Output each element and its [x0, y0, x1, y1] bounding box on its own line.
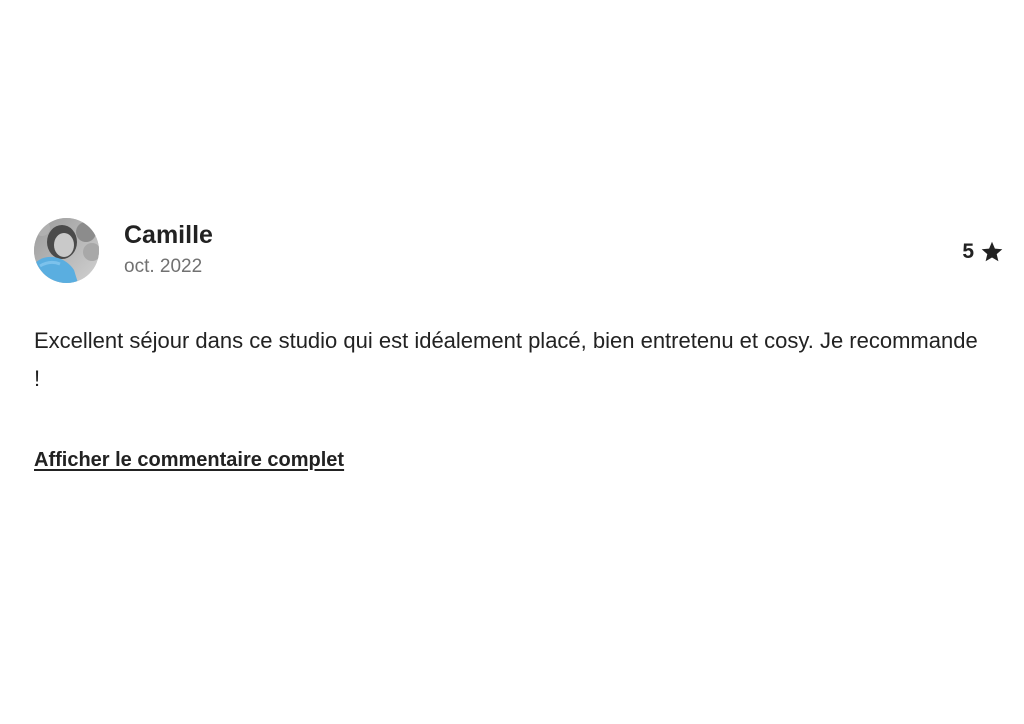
star-icon [981, 241, 1003, 262]
rating: 5 [962, 236, 1004, 268]
reviewer-name: Camille [124, 221, 213, 249]
avatar[interactable] [34, 218, 99, 283]
avatar-photo [34, 218, 99, 283]
show-full-review-link[interactable]: Afficher le commentaire complet [34, 445, 344, 475]
review-date: oct. 2022 [124, 256, 203, 277]
rating-value: 5 [962, 240, 974, 263]
review-text: Excellent séjour dans ce studio qui est … [34, 328, 978, 391]
review-card: Camille oct. 2022 5 Excellent séjour dan… [0, 0, 1024, 724]
